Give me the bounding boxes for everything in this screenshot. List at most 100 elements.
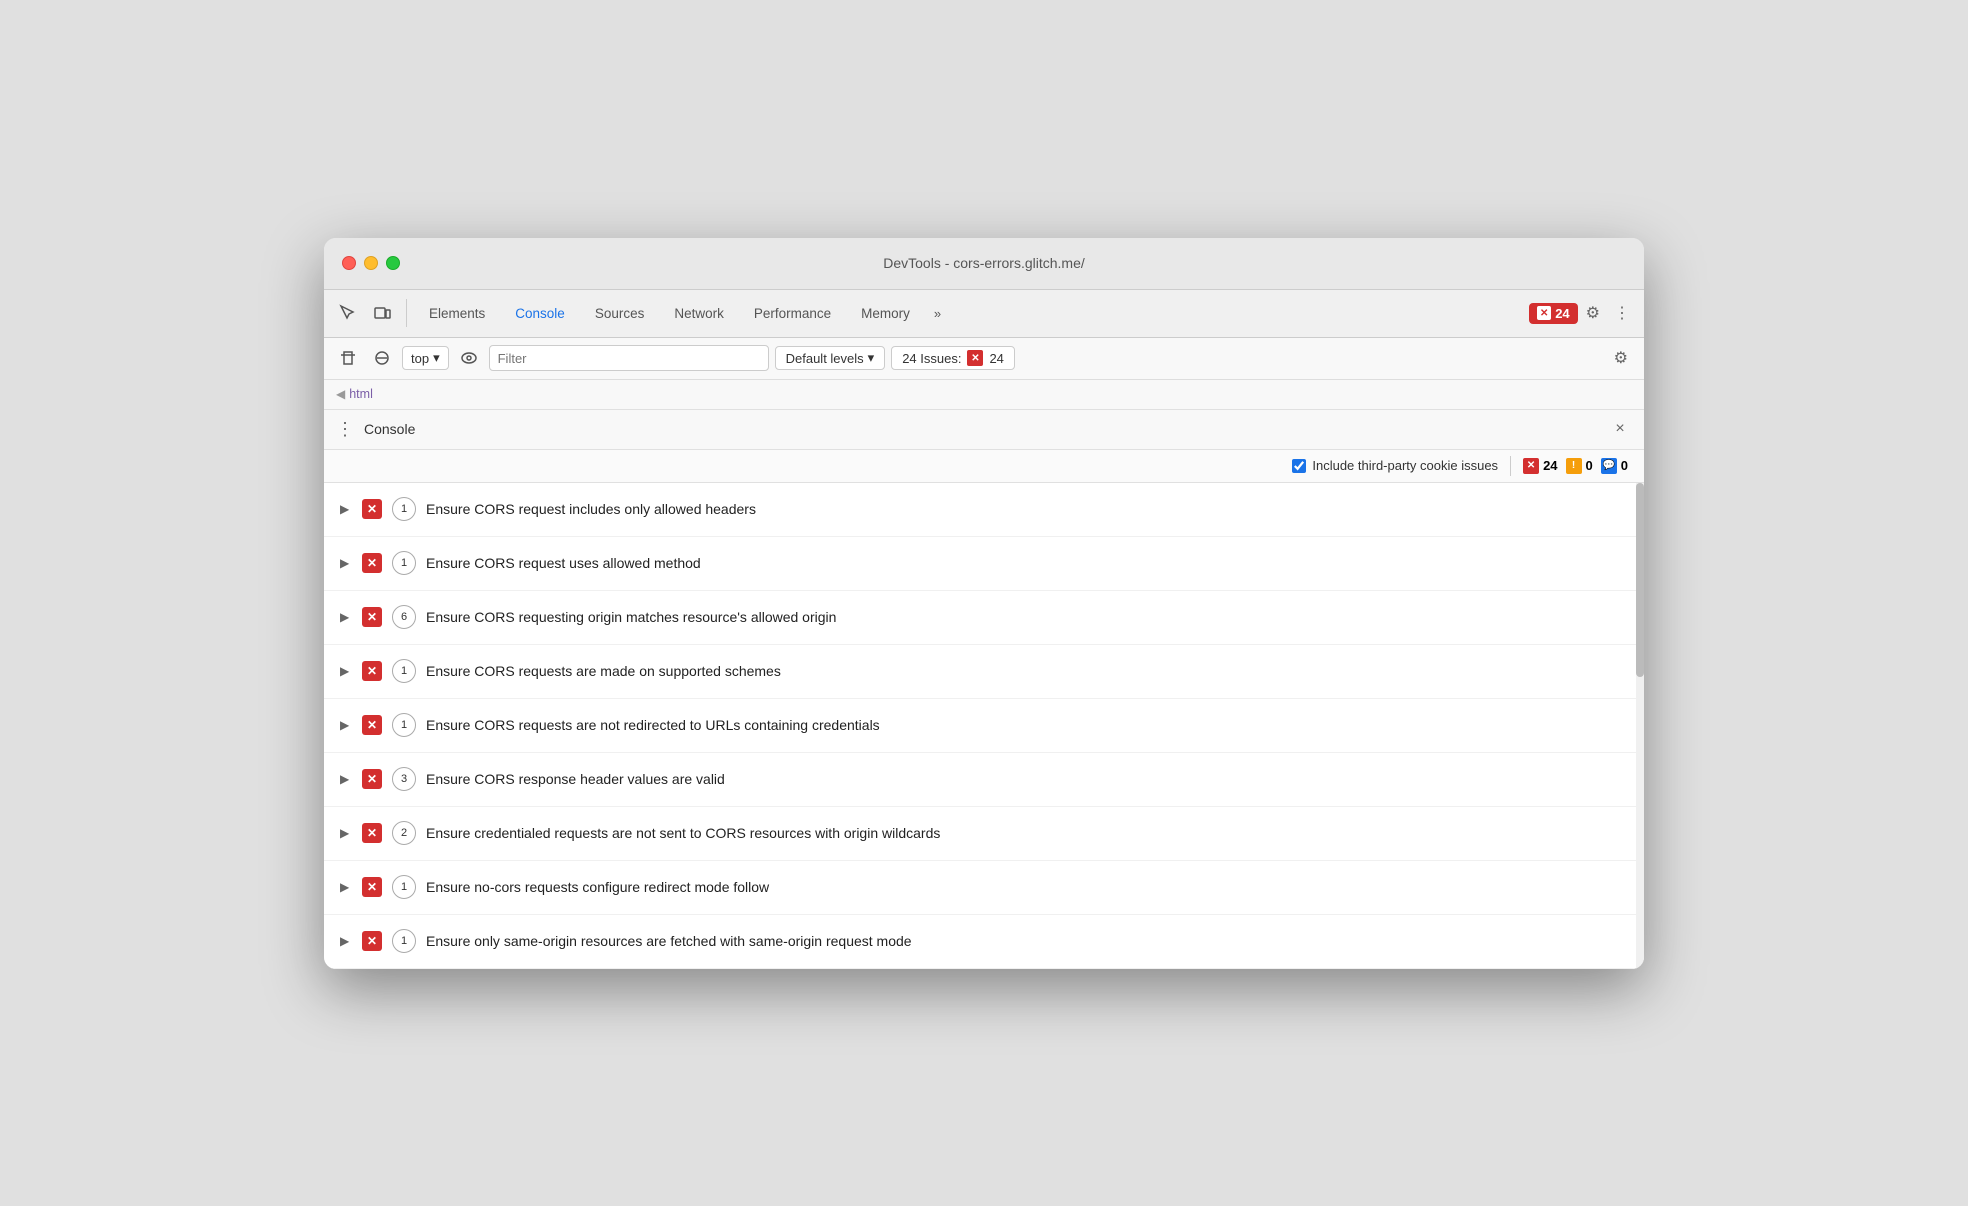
devtools-toolbar: Elements Console Sources Network Perform… (324, 290, 1644, 338)
issue-error-icon: ✕ (362, 931, 382, 951)
error-count-item: ✕ 24 (1523, 458, 1557, 474)
context-label: top (411, 351, 429, 366)
panel-close-button[interactable]: × (1608, 417, 1632, 441)
issue-text: Ensure credentialed requests are not sen… (426, 825, 940, 841)
issue-text: Ensure no-cors requests configure redire… (426, 879, 769, 895)
third-party-checkbox-label[interactable]: Include third-party cookie issues (1292, 458, 1498, 473)
more-tabs-button[interactable]: » (926, 302, 949, 325)
tab-sources[interactable]: Sources (581, 300, 659, 327)
issue-text: Ensure CORS response header values are v… (426, 771, 725, 787)
issue-count-badge: 1 (392, 713, 416, 737)
panel-title: Console (364, 421, 1608, 437)
issues-bar: Include third-party cookie issues ✕ 24 !… (324, 450, 1644, 483)
clear-console-button[interactable] (334, 344, 362, 372)
maximize-button[interactable] (386, 256, 400, 270)
eye-button[interactable] (455, 344, 483, 372)
issue-error-icon: ✕ (362, 661, 382, 681)
panel-header: ⋮ Console × (324, 410, 1644, 450)
issue-row[interactable]: ▶ ✕ 3 Ensure CORS response header values ar… (324, 753, 1644, 807)
issue-error-icon: ✕ (362, 769, 382, 789)
console-toolbar: top ▾ Default levels ▾ 24 Issues: ✕ 24 ⚙ (324, 338, 1644, 380)
minimize-button[interactable] (364, 256, 378, 270)
expand-arrow-icon: ▶ (340, 880, 352, 894)
issue-count-badge: 2 (392, 821, 416, 845)
expand-arrow-icon: ▶ (340, 718, 352, 732)
tab-elements[interactable]: Elements (415, 300, 499, 327)
breadcrumb-text: html (349, 387, 373, 401)
close-button[interactable] (342, 256, 356, 270)
issue-count-badge: 1 (392, 929, 416, 953)
expand-arrow-icon: ▶ (340, 502, 352, 516)
issue-text: Ensure CORS request includes only allowe… (426, 501, 756, 517)
issue-error-icon: ✕ (362, 823, 382, 843)
warning-count-value: 0 (1586, 458, 1593, 473)
issue-count-badge: 6 (392, 605, 416, 629)
scrollbar-thumb[interactable] (1636, 483, 1644, 677)
filter-input[interactable] (489, 345, 769, 371)
tab-network[interactable]: Network (660, 300, 738, 327)
panel-menu-icon[interactable]: ⋮ (336, 419, 354, 440)
more-menu-icon[interactable]: ⋮ (1608, 299, 1636, 327)
issue-text: Ensure CORS requests are not redirected … (426, 717, 880, 733)
error-badge[interactable]: ✕ 24 (1529, 303, 1577, 324)
issue-row[interactable]: ▶ ✕ 1 Ensure CORS request includes only all… (324, 483, 1644, 537)
console-settings-icon[interactable]: ⚙ (1608, 344, 1634, 372)
separator-1 (406, 299, 407, 327)
error-icon: ✕ (1537, 306, 1551, 320)
issue-text: Ensure CORS requests are made on support… (426, 663, 781, 679)
block-icon-button[interactable] (368, 344, 396, 372)
breadcrumb-bar: ◀ html (324, 380, 1644, 410)
third-party-checkbox[interactable] (1292, 459, 1306, 473)
issue-text: Ensure CORS requesting origin matches re… (426, 609, 836, 625)
info-count-icon: 💬 (1601, 458, 1617, 474)
issue-row[interactable]: ▶ ✕ 2 Ensure credentialed requests are not … (324, 807, 1644, 861)
settings-icon[interactable]: ⚙ (1580, 299, 1606, 327)
levels-label: Default levels (786, 351, 864, 366)
breadcrumb-arrow: ◀ (336, 387, 345, 401)
expand-arrow-icon: ▶ (340, 772, 352, 786)
issue-count-badge: 3 (392, 767, 416, 791)
third-party-label: Include third-party cookie issues (1312, 458, 1498, 473)
expand-arrow-icon: ▶ (340, 934, 352, 948)
expand-arrow-icon: ▶ (340, 826, 352, 840)
context-dropdown-arrow: ▾ (433, 350, 440, 366)
issue-count-badge: 1 (392, 551, 416, 575)
issues-divider (1510, 456, 1511, 476)
inspect-element-button[interactable] (332, 297, 364, 329)
issue-row[interactable]: ▶ ✕ 1 Ensure no-cors requests configure red… (324, 861, 1644, 915)
issue-count-badge: 1 (392, 497, 416, 521)
issues-count: 24 (989, 351, 1003, 366)
tab-memory[interactable]: Memory (847, 300, 924, 327)
issues-button[interactable]: 24 Issues: ✕ 24 (891, 346, 1015, 370)
error-count-value: 24 (1543, 458, 1557, 473)
issue-row[interactable]: ▶✕6Ensure CORS requesting origin matches… (324, 591, 1644, 645)
scrollbar[interactable] (1636, 483, 1644, 969)
expand-arrow-icon: ▶ (340, 610, 352, 624)
issues-label: 24 Issues: (902, 351, 961, 366)
tab-performance[interactable]: Performance (740, 300, 845, 327)
issue-count-badge: 1 (392, 875, 416, 899)
expand-arrow-icon: ▶ (340, 556, 352, 570)
issue-count-badge: 1 (392, 659, 416, 683)
issues-error-icon: ✕ (967, 350, 983, 366)
issue-error-icon: ✕ (362, 715, 382, 735)
window-title: DevTools - cors-errors.glitch.me/ (883, 255, 1085, 271)
devtools-window: DevTools - cors-errors.glitch.me/ Elemen… (324, 238, 1644, 969)
error-count: 24 (1555, 306, 1569, 321)
traffic-lights (342, 256, 400, 270)
tab-console[interactable]: Console (501, 300, 579, 327)
issue-text: Ensure only same-origin resources are fe… (426, 933, 912, 949)
issue-row[interactable]: ▶ ✕ 1 Ensure only same-origin resources are… (324, 915, 1644, 969)
issue-error-icon: ✕ (362, 499, 382, 519)
error-count-icon: ✕ (1523, 458, 1539, 474)
warning-count-item: ! 0 (1566, 458, 1593, 474)
info-count-value: 0 (1621, 458, 1628, 473)
count-group: ✕ 24 ! 0 💬 0 (1523, 458, 1628, 474)
issue-error-icon: ✕ (362, 877, 382, 897)
levels-dropdown[interactable]: Default levels ▾ (775, 346, 886, 370)
issue-row[interactable]: ▶✕1Ensure CORS request uses allowed meth… (324, 537, 1644, 591)
issue-row[interactable]: ▶✕1Ensure CORS requests are made on supp… (324, 645, 1644, 699)
issue-row[interactable]: ▶ ✕ 1 Ensure CORS requests are not redirect… (324, 699, 1644, 753)
context-selector[interactable]: top ▾ (402, 346, 449, 370)
device-toggle-button[interactable] (366, 297, 398, 329)
